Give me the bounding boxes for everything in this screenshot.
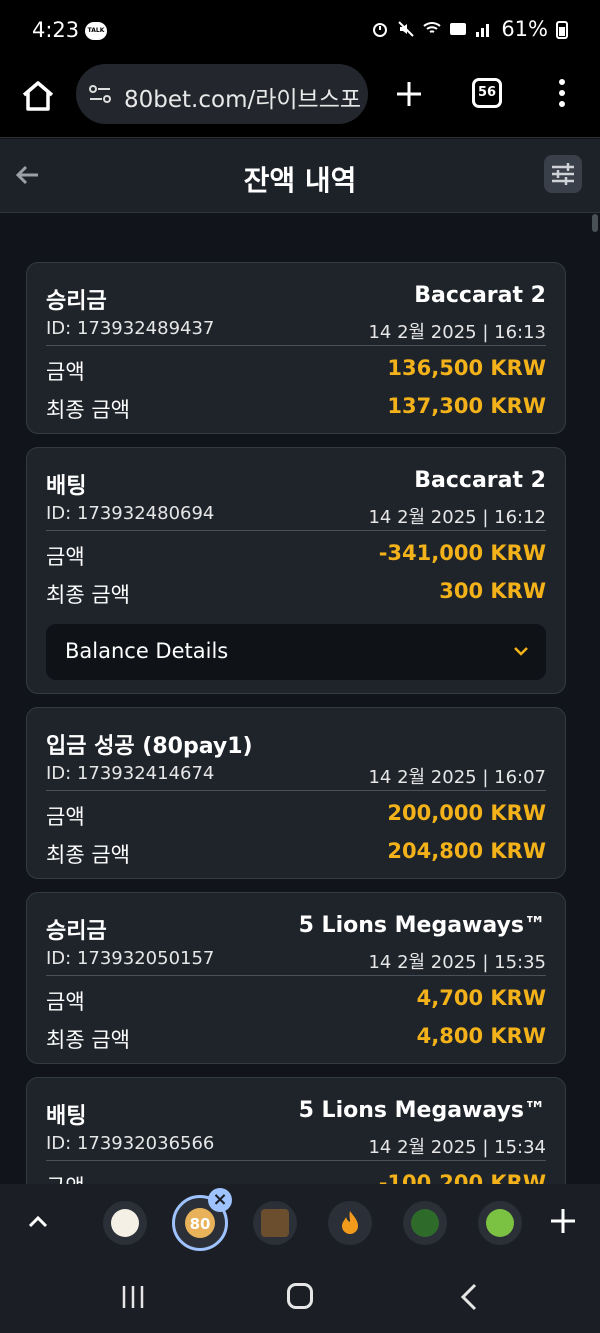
divider	[46, 1160, 546, 1161]
game-name: 5 Lions Megaways™	[298, 1098, 546, 1123]
fire-icon	[342, 1211, 358, 1234]
transaction-type: 입금 성공 (80pay1)	[46, 734, 253, 759]
transaction-date: 14 2월 2025 | 16:13	[368, 322, 546, 343]
transaction-date: 14 2월 2025 | 15:35	[368, 952, 546, 973]
chevron-up-icon[interactable]	[24, 1208, 52, 1236]
status-indicators: 61%	[371, 17, 568, 41]
back-nav-icon[interactable]	[458, 1282, 480, 1312]
divider	[46, 975, 546, 976]
transaction-date: 14 2월 2025 | 15:34	[368, 1137, 546, 1158]
tab-fire[interactable]	[328, 1201, 372, 1245]
battery-percent: 61%	[501, 17, 548, 41]
hd-voice-icon	[450, 23, 467, 35]
final-amount-label: 최종 금액	[46, 1028, 130, 1052]
transaction-type: 배팅	[46, 474, 87, 499]
final-amount-label: 최종 금액	[46, 583, 130, 607]
filter-button[interactable]	[544, 155, 582, 193]
mute-icon	[398, 21, 415, 37]
amount-value: 200,000 KRW	[387, 801, 546, 825]
status-bar: 4:23 TALK 61%	[0, 0, 600, 62]
url-text[interactable]: 80bet.com/라이브스포	[124, 80, 364, 114]
final-amount-label: 최종 금액	[46, 398, 130, 422]
transaction-id: ID: 173932050157	[46, 948, 215, 969]
final-amount-value: 204,800 KRW	[387, 839, 546, 863]
tab-switcher-button[interactable]: 56	[472, 78, 502, 108]
tab-tiki[interactable]	[403, 1201, 447, 1245]
site-settings-icon[interactable]	[88, 84, 112, 104]
close-tab-icon[interactable]: ×	[208, 1188, 232, 1212]
sliders-icon	[552, 163, 574, 185]
status-time: 4:23	[32, 18, 80, 42]
add-tab-icon[interactable]	[548, 1206, 578, 1236]
transaction-type: 승리금	[46, 919, 107, 944]
game-name: Baccarat 2	[414, 468, 546, 493]
80bet-logo-text: 80	[190, 1215, 211, 1233]
signal-icon	[476, 24, 490, 37]
transaction-card: 배팅 5 Lions Megaways™ ID: 173932036566 14…	[26, 1077, 566, 1184]
final-amount-value: 4,800 KRW	[416, 1024, 546, 1048]
transaction-type: 배팅	[46, 1104, 87, 1129]
divider	[46, 345, 546, 346]
transaction-date: 14 2월 2025 | 16:12	[368, 507, 546, 528]
page-title: 잔액 내역	[243, 164, 357, 197]
amount-value: 4,700 KRW	[416, 986, 546, 1010]
browser-toolbar: 80bet.com/라이브스포 56	[0, 62, 600, 138]
transaction-card: 배팅 Baccarat 2 ID: 173932480694 14 2월 202…	[26, 447, 566, 694]
final-amount-value: 300 KRW	[439, 579, 546, 603]
amount-label: 금액	[46, 990, 85, 1014]
browser-tab-bar: 80 ×	[0, 1184, 600, 1262]
amount-value: 136,500 KRW	[387, 356, 546, 380]
transaction-card: 입금 성공 (80pay1) ID: 173932414674 14 2월 20…	[26, 707, 566, 879]
amount-value: -100,200 KRW	[378, 1171, 546, 1184]
new-tab-icon[interactable]	[395, 80, 423, 108]
address-bar[interactable]: 80bet.com/라이브스포	[76, 64, 368, 124]
more-menu-icon[interactable]	[555, 78, 569, 108]
transaction-id: ID: 173932480694	[46, 503, 215, 524]
transaction-card: 승리금 5 Lions Megaways™ ID: 173932050157 1…	[26, 892, 566, 1064]
bb-logo-icon	[486, 1209, 514, 1237]
kakaotalk-icon: TALK	[85, 22, 107, 40]
cards-icon	[261, 1209, 289, 1237]
transaction-list[interactable]: 승리금 Baccarat 2 ID: 173932489437 14 2월 20…	[0, 214, 600, 1184]
alarm-icon	[373, 23, 388, 37]
game-name: Baccarat 2	[414, 283, 546, 308]
scrollbar[interactable]	[592, 214, 598, 232]
amount-label: 금액	[46, 1171, 85, 1184]
tab-casino-chip[interactable]	[103, 1201, 147, 1245]
tab-bb[interactable]	[478, 1201, 522, 1245]
amount-label: 금액	[46, 360, 85, 384]
transaction-date: 14 2월 2025 | 16:07	[368, 767, 546, 788]
final-amount-label: 최종 금액	[46, 843, 130, 867]
home-nav-icon[interactable]	[287, 1283, 313, 1309]
balance-details-toggle[interactable]: Balance Details	[46, 624, 546, 680]
casino-chip-icon	[111, 1209, 139, 1237]
chevron-down-icon	[514, 647, 528, 656]
amount-label: 금액	[46, 805, 85, 829]
wifi-icon	[423, 22, 441, 33]
balance-details-label: Balance Details	[65, 639, 229, 663]
divider	[46, 530, 546, 531]
final-amount-value: 137,300 KRW	[387, 394, 546, 418]
battery-icon	[556, 21, 568, 39]
recents-icon[interactable]	[120, 1284, 146, 1310]
page-header: 잔액 내역	[0, 139, 600, 213]
transaction-id: ID: 173932489437	[46, 318, 215, 339]
transaction-id: ID: 173932414674	[46, 763, 215, 784]
game-name: 5 Lions Megaways™	[298, 913, 546, 938]
home-icon[interactable]	[20, 78, 56, 114]
divider	[46, 790, 546, 791]
amount-value: -341,000 KRW	[378, 541, 546, 565]
transaction-type: 승리금	[46, 289, 107, 314]
tab-cards[interactable]	[253, 1201, 297, 1245]
system-nav-bar	[0, 1262, 600, 1333]
amount-label: 금액	[46, 545, 85, 569]
transaction-card: 승리금 Baccarat 2 ID: 173932489437 14 2월 20…	[26, 262, 566, 434]
transaction-id: ID: 173932036566	[46, 1133, 215, 1154]
tiki-logo-icon	[411, 1209, 439, 1237]
